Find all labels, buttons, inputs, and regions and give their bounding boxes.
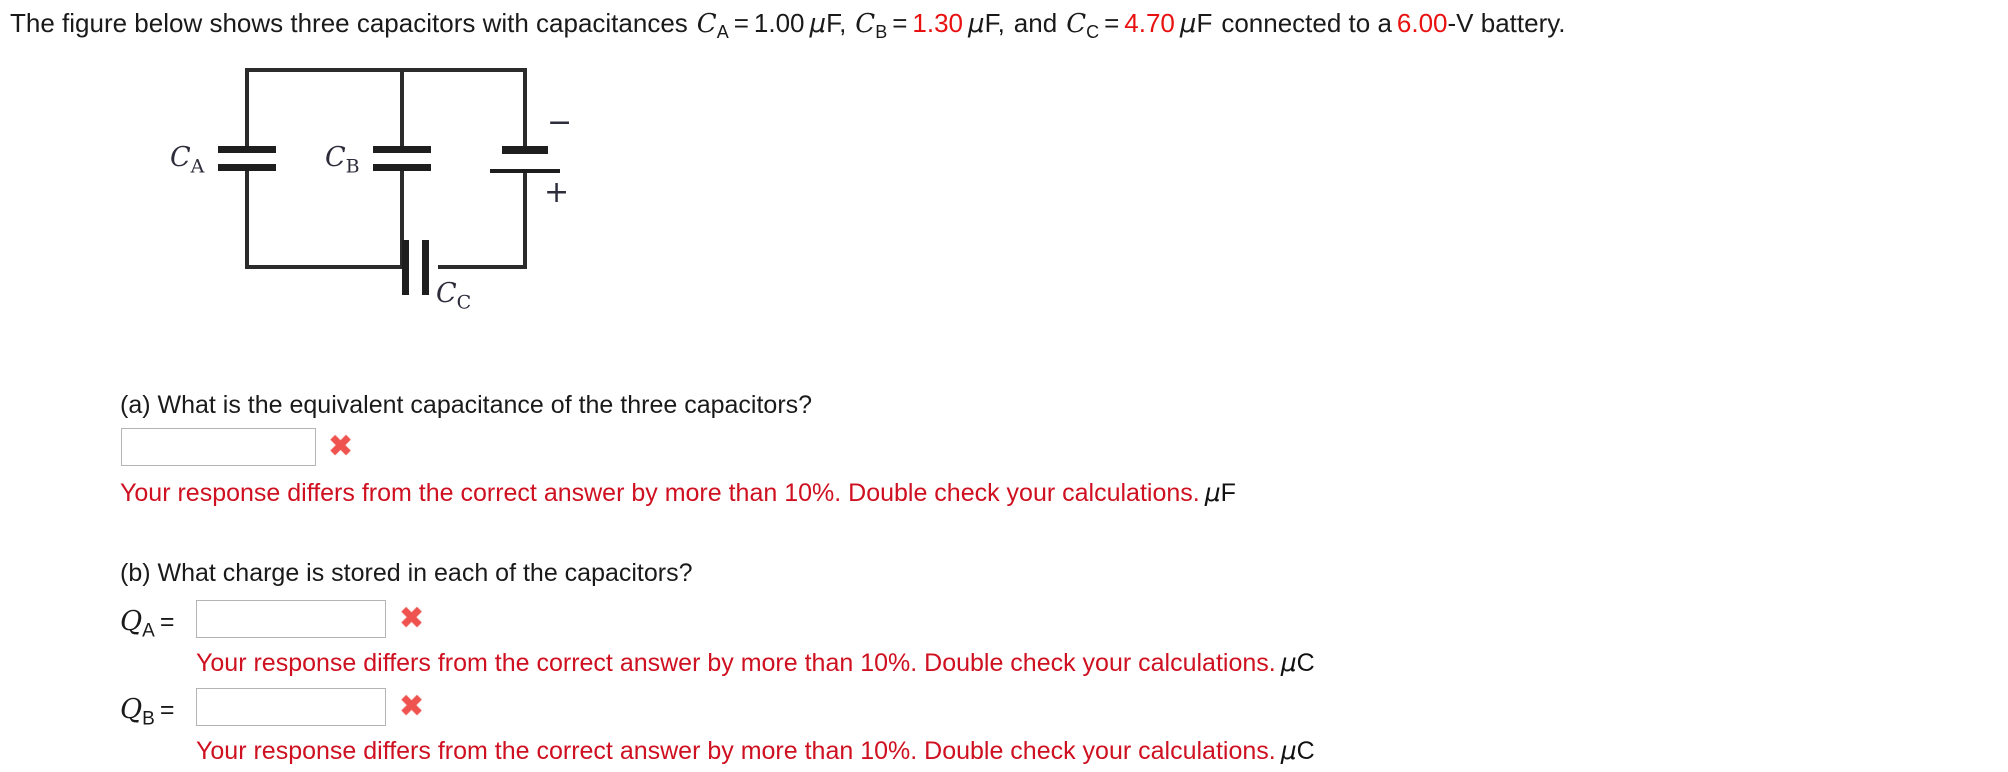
wire-bottom-right-rail: [438, 265, 527, 269]
capacitance-b-equals: =: [892, 8, 908, 38]
capacitor-b-plate-top: [373, 146, 431, 153]
capacitor-b-label: CB: [325, 142, 360, 178]
wire-branch-battery-upper: [523, 68, 527, 148]
micro-symbol-b: μ: [968, 9, 985, 39]
wire-top-rail: [245, 68, 527, 72]
micro-symbol-a: μ: [809, 9, 827, 39]
incorrect-mark-charge-b: ✖: [399, 689, 425, 724]
capacitor-a-label: CA: [170, 142, 205, 178]
capacitor-a-plate-bottom: [218, 164, 276, 171]
wire-branch-a-lower: [245, 170, 249, 269]
battery-positive-plate: [490, 169, 560, 173]
battery-plus-sign: +: [544, 175, 570, 210]
feedback-charge-a-unit: μC: [1280, 648, 1315, 677]
capacitance-c-unit: F: [1196, 8, 1213, 38]
problem-page: The figure below shows three capacitors …: [0, 0, 2008, 772]
capacitance-a-symbol: CA: [696, 9, 729, 43]
answer-input-equivalent-capacitance[interactable]: [121, 428, 316, 466]
feedback-charge-a-text: Your response differs from the correct a…: [196, 649, 1276, 677]
wire-branch-b-upper: [400, 68, 404, 148]
capacitance-b-value: 1.30: [912, 8, 964, 38]
feedback-a-text: Your response differs from the correct a…: [120, 479, 1200, 507]
conjunction-and: and: [1013, 8, 1058, 38]
problem-statement-lead: The figure below shows three capacitors …: [10, 8, 688, 38]
micro-symbol-c: μ: [1179, 9, 1197, 39]
capacitance-c-equals: =: [1104, 8, 1120, 38]
wire-branch-battery-lower: [523, 172, 527, 269]
feedback-a: Your response differs from the correct a…: [120, 478, 1236, 508]
capacitor-c-label: CC: [436, 278, 472, 314]
capacitor-c-plate-left: [402, 240, 409, 295]
feedback-charge-b: Your response differs from the correct a…: [196, 736, 1315, 766]
feedback-charge-b-text: Your response differs from the correct a…: [196, 737, 1276, 765]
capacitor-a-plate-top: [218, 146, 276, 153]
capacitor-c-plate-right: [422, 240, 429, 295]
wire-bottom-rail: [245, 265, 402, 269]
connected-text: connected to a: [1221, 8, 1392, 38]
capacitance-b-unit: F,: [984, 8, 1005, 38]
answer-input-charge-a[interactable]: [196, 600, 386, 638]
wire-branch-a-upper: [245, 68, 249, 148]
capacitance-a-equals: =: [733, 8, 749, 38]
question-a-text: (a) What is the equivalent capacitance o…: [120, 391, 813, 419]
capacitance-a-unit: F,: [826, 8, 847, 38]
incorrect-mark-charge-a: ✖: [399, 601, 425, 636]
feedback-a-unit: μF: [1204, 478, 1236, 507]
feedback-charge-b-unit: μC: [1280, 736, 1315, 765]
circuit-diagram: CA CB − + CC: [150, 50, 710, 313]
capacitance-c-value: 4.70: [1124, 8, 1175, 38]
capacitance-a-value: 1.00: [753, 8, 805, 38]
capacitance-b-symbol: CB: [855, 9, 888, 43]
battery-voltage-value: 6.00: [1396, 8, 1448, 38]
battery-negative-plate: [502, 146, 548, 154]
charge-b-label: QB =: [120, 694, 175, 730]
charge-a-label: QA =: [120, 606, 175, 642]
question-b-text: (b) What charge is stored in each of the…: [120, 559, 693, 587]
battery-minus-sign: −: [547, 105, 573, 140]
problem-statement: The figure below shows three capacitors …: [10, 6, 1566, 49]
feedback-charge-a: Your response differs from the correct a…: [196, 648, 1315, 678]
capacitor-b-plate-bottom: [373, 164, 431, 171]
answer-input-charge-b[interactable]: [196, 688, 386, 726]
capacitance-c-symbol: CC: [1066, 9, 1100, 43]
battery-voltage-tail: -V battery.: [1447, 8, 1566, 38]
incorrect-mark-a: ✖: [328, 429, 354, 464]
